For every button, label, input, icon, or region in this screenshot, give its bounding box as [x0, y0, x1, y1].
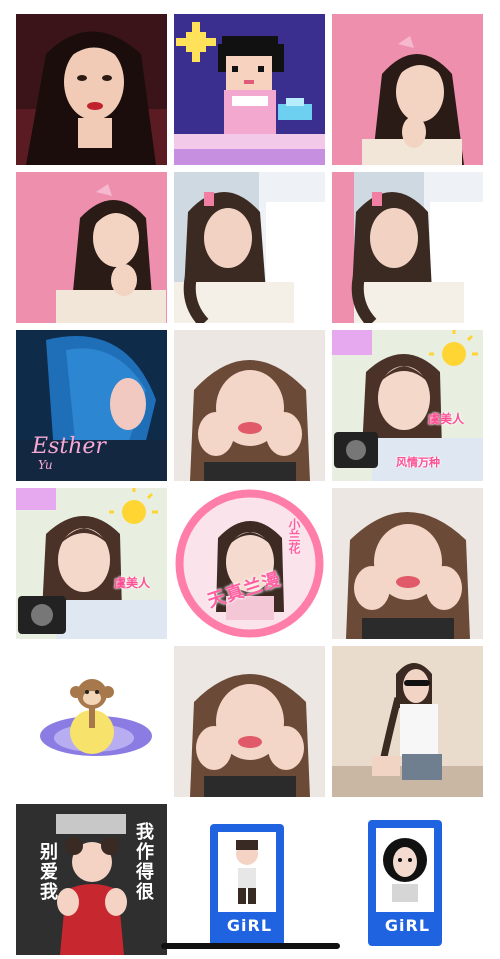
home-indicator[interactable]	[161, 943, 340, 949]
photo-thumbnail	[174, 646, 325, 797]
sticker-girl-camera-sun[interactable]: 虞美人 风情万种	[332, 330, 483, 481]
sticker-woman-pink-praying-2[interactable]	[16, 172, 167, 323]
sticker-girl-card-doll[interactable]: GiRL	[174, 804, 325, 955]
photo-thumbnail	[16, 172, 167, 323]
photo-thumbnail	[332, 172, 483, 323]
photo-thumbnail	[174, 172, 325, 323]
badge-subtitle: 小兰花	[287, 518, 301, 554]
sticker-woman-red-lips[interactable]	[16, 14, 167, 165]
sticker-girl-card-curly[interactable]: GiRL	[332, 804, 483, 955]
sticker-baby-text[interactable]: 别爱我 我作得很	[16, 804, 167, 955]
esther-title: Esther	[32, 434, 106, 459]
sticker-esther-blue-hair[interactable]: Esther Yu	[16, 330, 167, 481]
label-meiren-2: 虞美人	[114, 576, 151, 590]
photo-thumbnail	[332, 488, 483, 639]
photo-thumbnail	[332, 646, 483, 797]
card-girl-text-2: GiRL	[384, 916, 431, 935]
baby-left-text: 别爱我	[37, 842, 58, 902]
sticker-monkey-banana[interactable]	[16, 646, 167, 797]
sticker-round-badge[interactable]: 天真兰漫 小兰花	[174, 488, 325, 639]
baby-right-text: 我作得很	[133, 822, 154, 902]
photo-thumbnail	[16, 14, 167, 165]
sticker-girl-braid-crying-pink[interactable]	[332, 172, 483, 323]
pixel-art-thumbnail	[174, 14, 325, 165]
sticker-girl-braid-crying[interactable]	[174, 172, 325, 323]
sticker-girl-hands-cheeks[interactable]	[174, 330, 325, 481]
esther-subtitle: Yu	[38, 458, 53, 472]
sticker-girl-camera-sun-2[interactable]: 虞美人	[16, 488, 167, 639]
label-meiren: 虞美人	[428, 412, 465, 426]
photo-thumbnail	[332, 14, 483, 165]
photo-thumbnail	[16, 488, 167, 639]
photo-thumbnail	[174, 330, 325, 481]
label-fengqing: 风情万种	[396, 456, 440, 469]
sticker-grid: Esther Yu 虞美人 风情万种 虞美人 天真兰漫 小兰花 别爱我 我作得很…	[16, 14, 483, 955]
sticker-pixel-girl[interactable]	[174, 14, 325, 165]
badge-thumbnail	[174, 488, 325, 639]
sticker-girl-hands-cheeks-3[interactable]	[174, 646, 325, 797]
card-girl-text-1: GiRL	[226, 916, 273, 935]
illustration-thumbnail	[16, 646, 167, 797]
sticker-girl-hands-cheeks-2[interactable]	[332, 488, 483, 639]
sticker-woman-pink-praying[interactable]	[332, 14, 483, 165]
sticker-girl-sunglasses-braids[interactable]	[332, 646, 483, 797]
